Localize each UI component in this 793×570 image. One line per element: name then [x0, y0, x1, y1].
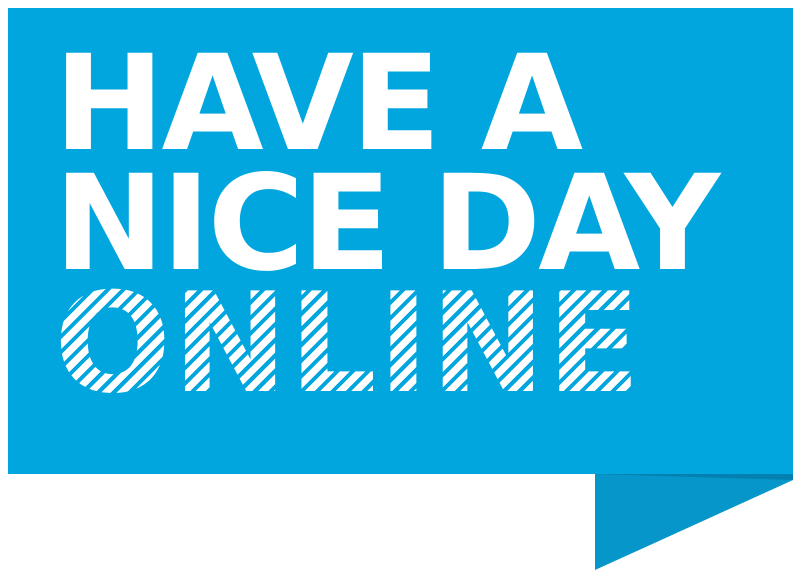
headline-line-3-striped: ONLINE [54, 275, 774, 413]
headline-line-1: HAVE A [54, 27, 583, 181]
banner-fold-shadow [595, 474, 793, 505]
headline: HAVE A NICE DAY ONLINE [54, 27, 774, 413]
banner-fold-tail-shape [595, 474, 793, 570]
